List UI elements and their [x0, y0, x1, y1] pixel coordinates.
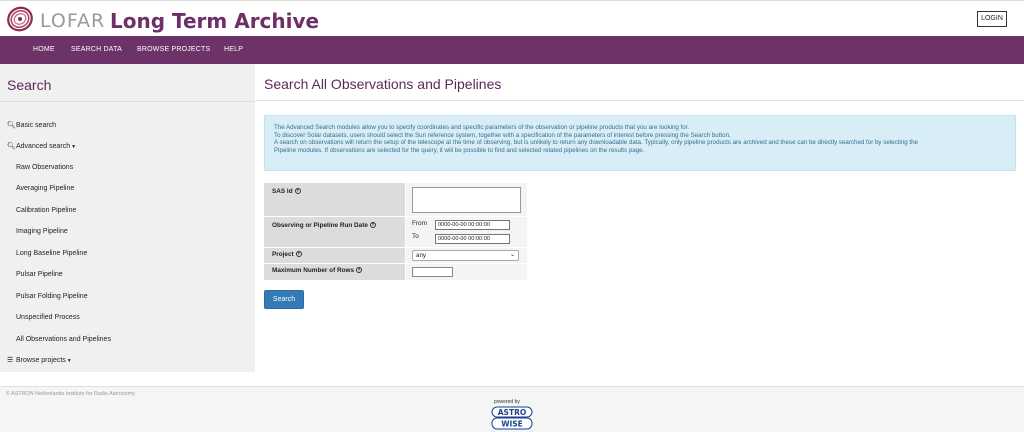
info-line: The Advanced Search modules allow you to…	[274, 124, 690, 131]
info-alert: The Advanced Search modules allow you to…	[264, 115, 1016, 171]
from-date-input[interactable]: 0000-00-00 00:00:00	[435, 220, 510, 230]
aw-text-astro: ASTRO	[498, 408, 526, 417]
list-icon: ☰	[7, 357, 14, 364]
project-label: Project?	[264, 248, 405, 263]
project-select-value: any	[416, 252, 426, 259]
to-date-input[interactable]: 0000-00-00 00:00:00	[435, 234, 510, 244]
project-select[interactable]: any ⌄	[412, 250, 519, 261]
date-label: Observing or Pipeline Run Date?	[264, 217, 405, 247]
sidebar-item-imaging-pipeline[interactable]: Imaging Pipeline	[16, 228, 68, 235]
nav-home[interactable]: HOME	[33, 36, 55, 64]
sidebar-item-pulsar-pipeline[interactable]: Pulsar Pipeline	[16, 271, 63, 278]
help-icon[interactable]: ?	[356, 267, 363, 274]
header: LOFAR Long Term Archive LOGIN	[0, 0, 1024, 36]
to-label: To	[412, 233, 419, 240]
brand-name: LOFAR	[40, 10, 106, 32]
page-title: Search All Observations and Pipelines	[264, 76, 502, 92]
copyright-text: © ASTRON Netherlands Institute for Radio…	[6, 391, 135, 397]
sidebar-browse-projects-label: Browse projects	[16, 357, 66, 364]
sidebar: Search 🔍︎Basic search 🔍︎Advanced search▼…	[0, 64, 255, 372]
info-line: Pipeline modules. If observations are se…	[274, 147, 645, 155]
sidebar-basic-search-label: Basic search	[16, 122, 57, 129]
help-icon[interactable]: ?	[369, 222, 376, 229]
main-navbar: HOME SEARCH DATA BROWSE PROJECTS HELP	[0, 36, 1024, 64]
max-rows-label: Maximum Number of Rows?	[264, 264, 405, 280]
form-row-date: Observing or Pipeline Run Date? From 000…	[264, 217, 527, 247]
help-icon[interactable]: ?	[294, 188, 301, 195]
sidebar-advanced-search[interactable]: 🔍︎Advanced search▼	[7, 142, 76, 150]
sas-id-input[interactable]	[412, 187, 521, 213]
search-form: SAS Id? Observing or Pipeline Run Date? …	[264, 183, 527, 280]
form-row-project: Project? any ⌄	[264, 248, 527, 263]
login-button[interactable]: LOGIN	[977, 11, 1007, 27]
form-row-sas-id: SAS Id?	[264, 183, 527, 216]
sidebar-item-all-observations[interactable]: All Observations and Pipelines	[16, 336, 111, 343]
title-divider	[255, 100, 1024, 101]
sas-id-label: SAS Id?	[264, 183, 405, 216]
sidebar-basic-search[interactable]: 🔍︎Basic search	[7, 121, 56, 129]
app-title: Long Term Archive	[110, 9, 320, 33]
astro-wise-logo[interactable]: ASTRO WISE	[491, 406, 533, 430]
sidebar-item-unspecified-process[interactable]: Unspecified Process	[16, 314, 80, 321]
sidebar-item-long-baseline-pipeline[interactable]: Long Baseline Pipeline	[16, 250, 87, 257]
sidebar-divider	[0, 101, 255, 102]
from-label: From	[412, 220, 427, 227]
aw-text-wise: WISE	[501, 420, 523, 429]
sidebar-browse-projects[interactable]: ☰ Browse projects▼	[7, 356, 72, 364]
powered-by-text: powered by	[494, 399, 520, 405]
nav-browse-projects[interactable]: BROWSE PROJECTS	[137, 36, 210, 64]
footer: © ASTRON Netherlands Institute for Radio…	[0, 386, 1024, 432]
nav-help[interactable]: HELP	[224, 36, 243, 64]
search-icon: 🔍︎	[7, 122, 16, 129]
chevron-down-icon: ⌄	[509, 252, 515, 258]
sidebar-item-raw-observations[interactable]: Raw Observations	[16, 164, 73, 171]
sidebar-item-pulsar-folding-pipeline[interactable]: Pulsar Folding Pipeline	[16, 293, 88, 300]
info-line: A search on observations will return the…	[274, 139, 918, 147]
sidebar-item-averaging-pipeline[interactable]: Averaging Pipeline	[16, 185, 74, 192]
caret-down-icon: ▼	[71, 144, 77, 150]
sidebar-title: Search	[7, 77, 52, 93]
info-line: To discover Solar datasets, users should…	[274, 131, 731, 139]
help-icon[interactable]: ?	[295, 251, 302, 258]
lofar-swirl-icon	[7, 6, 33, 32]
search-button[interactable]: Search	[264, 290, 304, 309]
form-row-max-rows: Maximum Number of Rows?	[264, 264, 527, 280]
nav-search-data[interactable]: SEARCH DATA	[71, 36, 122, 64]
max-rows-input[interactable]	[412, 267, 453, 277]
sidebar-advanced-search-label: Advanced search	[16, 143, 71, 150]
caret-down-icon: ▼	[66, 358, 72, 364]
sidebar-item-calibration-pipeline[interactable]: Calibration Pipeline	[16, 207, 76, 214]
search-icon: 🔍︎	[7, 143, 16, 150]
